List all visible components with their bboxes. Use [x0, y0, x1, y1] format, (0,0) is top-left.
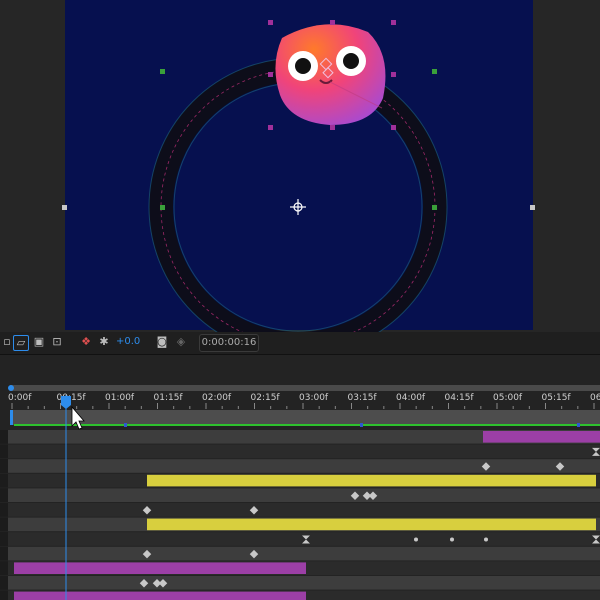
ruler-label: 04:00f	[396, 393, 426, 403]
track-label-gutter	[0, 444, 8, 459]
layer-duration-bar[interactable]	[14, 562, 306, 574]
exposure-reset-icon[interactable]: ✱	[97, 335, 111, 349]
composition-viewer[interactable]	[0, 0, 600, 332]
layer-duration-bar[interactable]	[483, 431, 600, 443]
ruler-label: 00:15f	[57, 393, 87, 403]
layer-duration-bar[interactable]	[147, 518, 596, 531]
timeline-track[interactable]	[8, 444, 600, 459]
mask-visibility-icon[interactable]: ▣	[32, 335, 46, 349]
region-of-interest-icon[interactable]: ▫	[0, 335, 14, 349]
current-time-display[interactable]: 0:00:00:16	[199, 334, 259, 352]
timeline-panel[interactable]: 0:00f 00:15f 01:00f 01:15f 02:00f 02:15f 03:00…	[0, 381, 600, 600]
view-options-icon[interactable]: ⊡	[50, 335, 64, 349]
blob-character[interactable]	[275, 24, 386, 126]
ruler-label: 04:15f	[445, 393, 475, 403]
composition-canvas[interactable]	[0, 0, 600, 332]
layer-duration-bar[interactable]	[14, 591, 306, 600]
track-label-gutter	[0, 473, 8, 488]
timeline-track[interactable]	[8, 546, 600, 561]
exposure-value[interactable]: +0.0	[116, 336, 140, 347]
track-label-gutter	[0, 503, 8, 517]
time-navigator[interactable]	[10, 385, 600, 391]
marker	[124, 423, 127, 427]
marker	[360, 423, 363, 427]
ruler-label: 02:00f	[202, 393, 232, 403]
track-label-gutter	[0, 517, 8, 532]
track-label-gutter	[0, 590, 8, 600]
time-navigator-start-handle[interactable]	[8, 385, 14, 391]
track-label-gutter	[0, 576, 8, 590]
work-area-bar[interactable]	[10, 410, 600, 425]
keyframe-dot-icon[interactable]	[450, 537, 454, 542]
ruler-label: 06:0	[590, 393, 600, 403]
timeline-track[interactable]	[8, 532, 600, 546]
ruler-label: 01:15f	[154, 393, 184, 403]
timeline-track[interactable]	[8, 503, 600, 517]
layer-duration-bar[interactable]	[147, 474, 596, 487]
keyframe-dot-icon[interactable]	[414, 537, 418, 542]
ruler-label: 05:15f	[542, 393, 572, 403]
ruler-label: 02:15f	[251, 393, 281, 403]
panel-separator	[0, 355, 600, 381]
work-area-start-handle[interactable]	[10, 410, 13, 425]
ruler-label: 0:00f	[8, 393, 32, 403]
track-label-gutter	[0, 488, 8, 502]
track-label-gutter	[0, 561, 8, 575]
keyframe-dot-icon[interactable]	[484, 537, 488, 542]
ruler-label: 05:00f	[493, 393, 523, 403]
track-label-gutter	[0, 459, 8, 473]
timeline-track[interactable]	[8, 576, 600, 590]
color-channels-icon[interactable]: ❖	[79, 335, 93, 349]
timeline-track[interactable]	[8, 488, 600, 502]
marker	[577, 423, 580, 427]
ruler-label: 03:00f	[299, 393, 329, 403]
timeline-track[interactable]	[8, 459, 600, 473]
ruler-label: 03:15f	[348, 393, 378, 403]
snapshot-camera-icon[interactable]: ◙	[155, 335, 169, 349]
track-label-gutter	[0, 430, 8, 444]
show-snapshot-icon[interactable]: ◈	[174, 335, 188, 349]
time-ruler[interactable]: 0:00f 00:15f 01:00f 01:15f 02:00f 02:15f 03:00…	[8, 393, 600, 409]
track-label-gutter	[0, 532, 8, 546]
track-label-gutter	[0, 546, 8, 561]
ruler-label: 01:00f	[105, 393, 135, 403]
viewer-toolbar: ▫ ▱ ▣ ⊡ ❖ ✱ +0.0 ◙ ◈ 0:00:00:16	[0, 332, 600, 355]
transparency-grid-icon[interactable]: ▱	[13, 335, 29, 351]
